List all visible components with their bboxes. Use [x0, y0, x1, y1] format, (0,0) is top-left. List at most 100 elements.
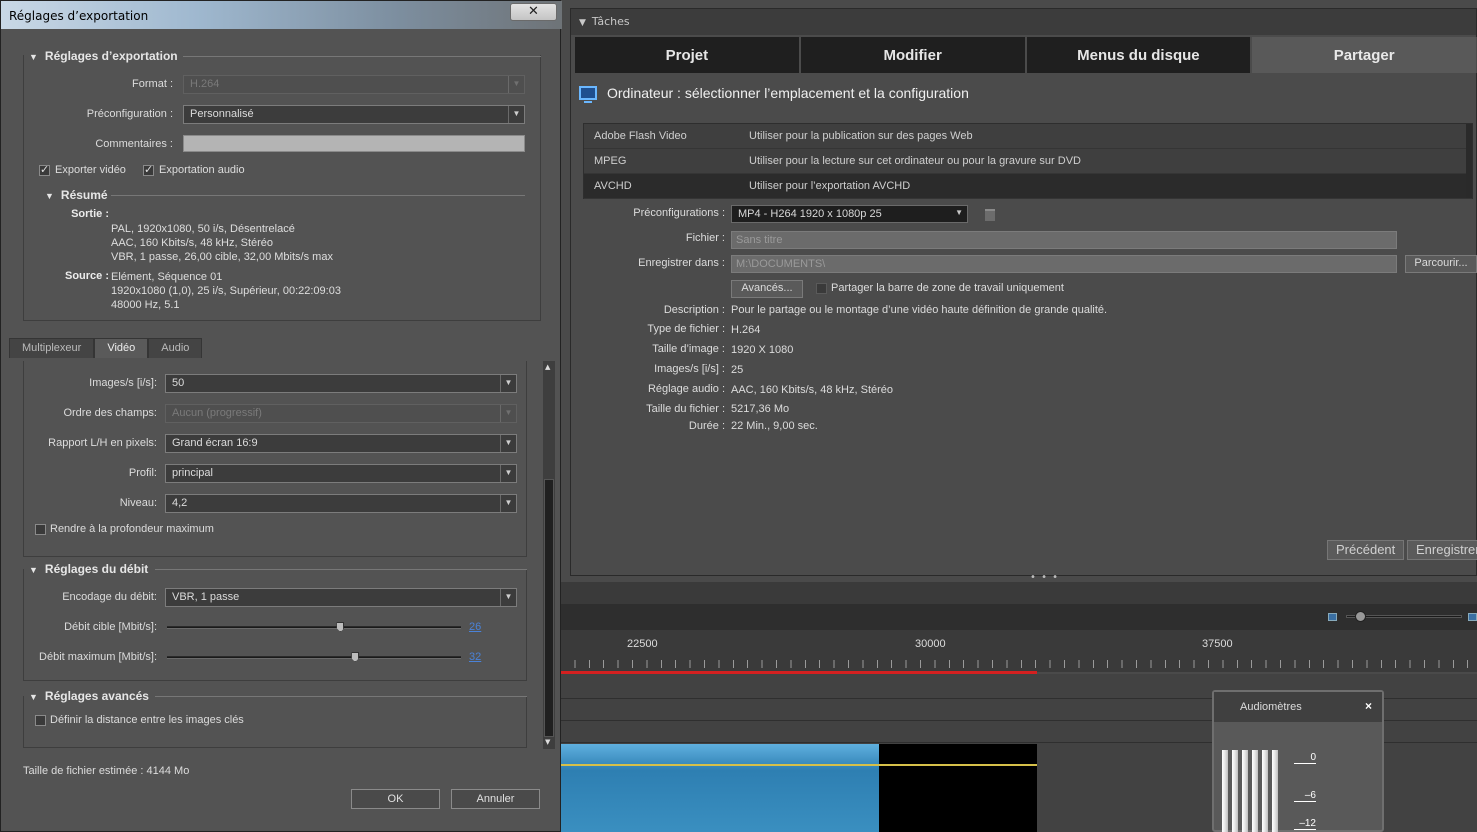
tab-video[interactable]: Vidéo: [94, 338, 149, 358]
collapse-triangle-icon[interactable]: ▼: [579, 18, 586, 28]
format-value: H.264: [190, 78, 220, 90]
collapse-triangle-icon[interactable]: ▼: [45, 191, 54, 201]
chevron-down-icon: ▼: [508, 106, 524, 123]
destination-scrollbar[interactable]: [1466, 124, 1472, 198]
profile-dropdown[interactable]: principal ▼: [165, 464, 517, 483]
fps-label: Images/s [i/s]:: [89, 377, 157, 389]
list-item[interactable]: AVCHD Utiliser pour l’exportation AVCHD: [584, 174, 1472, 199]
share-workarea-checkbox[interactable]: [816, 283, 827, 294]
group-divider: [183, 56, 541, 57]
estimated-file-size: Taille de fichier estimée : 4144 Mo: [23, 765, 190, 777]
export-settings-title: Réglages d’exportation: [44, 49, 178, 63]
comments-label: Commentaires :: [95, 138, 173, 150]
info-label: Type de fichier :: [647, 323, 725, 335]
pixel-aspect-dropdown[interactable]: Grand écran 16:9 ▼: [165, 434, 517, 453]
advanced-header[interactable]: ▼ Réglages avancés: [29, 689, 149, 703]
level-value: 4,2: [172, 497, 188, 509]
destination-name: AVCHD: [594, 180, 632, 192]
tab-audio[interactable]: Audio: [148, 338, 203, 358]
chevron-down-icon: ▼: [500, 375, 516, 392]
collapse-triangle-icon[interactable]: ▼: [29, 52, 38, 62]
presets-value: MP4 - H264 1920 x 1080p 25: [738, 208, 882, 220]
info-label: Taille du fichier :: [646, 403, 725, 415]
ruler-ticks: [560, 660, 1477, 668]
summary-header[interactable]: ▼ Résumé: [45, 188, 108, 202]
collapse-triangle-icon[interactable]: ▼: [29, 692, 38, 702]
export-audio-checkbox[interactable]: [143, 163, 154, 176]
clip-audio-line: [560, 764, 1037, 766]
scroll-up-icon[interactable]: ▲: [545, 363, 550, 371]
timeline-ruler[interactable]: 22500 30000 37500: [560, 630, 1477, 672]
settings-scrollbar[interactable]: ▲ ▼: [543, 361, 555, 749]
save-button[interactable]: Enregistrer: [1407, 540, 1477, 560]
max-bitrate-slider[interactable]: [167, 656, 461, 659]
chevron-down-icon: ▼: [500, 465, 516, 482]
destination-name: Adobe Flash Video: [594, 130, 687, 142]
destination-description: Utiliser pour la lecture sur cet ordinat…: [749, 155, 1081, 167]
info-value: Pour le partage ou le montage d’une vidé…: [731, 304, 1108, 316]
target-bitrate-slider[interactable]: [167, 626, 461, 629]
format-dropdown[interactable]: H.264 ▼: [183, 75, 525, 94]
level-dropdown[interactable]: 4,2 ▼: [165, 494, 517, 513]
scroll-down-icon[interactable]: ▼: [545, 738, 550, 746]
encoding-dropdown[interactable]: VBR, 1 passe ▼: [165, 588, 517, 607]
presets-label: Préconfigurations :: [633, 207, 725, 219]
ok-button[interactable]: OK: [351, 789, 440, 809]
info-label: Description :: [663, 304, 725, 316]
bitrate-header[interactable]: ▼ Réglages du débit: [29, 562, 148, 576]
previous-button[interactable]: Précédent: [1327, 540, 1405, 560]
list-item[interactable]: MPEG Utiliser pour la lecture sur cet or…: [584, 149, 1472, 174]
tab-multiplexer[interactable]: Multiplexeur: [9, 338, 95, 358]
preset-label: Préconfiguration :: [86, 108, 173, 120]
audio-meter-bar: [1252, 750, 1258, 832]
collapse-triangle-icon[interactable]: ▼: [29, 565, 38, 575]
export-video-checkbox[interactable]: [39, 163, 50, 176]
tab-edit[interactable]: Modifier: [800, 37, 1027, 73]
video-clip[interactable]: [560, 744, 879, 832]
profile-label: Profil:: [128, 467, 157, 479]
close-button[interactable]: ✕: [510, 3, 557, 21]
audio-meter-bar: [1232, 750, 1238, 832]
max-bitrate-value[interactable]: 32: [469, 651, 481, 663]
scrollbar-thumb[interactable]: [544, 479, 554, 737]
source-line: 1920x1080 (1,0), 25 i/s, Supérieur, 00:2…: [111, 285, 341, 297]
source-line: Elément, Séquence 01: [111, 271, 223, 283]
zoom-out-icon[interactable]: [1328, 613, 1337, 621]
zoom-in-icon[interactable]: [1468, 613, 1477, 621]
list-item[interactable]: Adobe Flash Video Utiliser pour la publi…: [584, 124, 1472, 149]
preset-value: Personnalisé: [190, 108, 254, 120]
dialog-titlebar[interactable]: Réglages d’exportation ✕: [1, 1, 562, 29]
destination-name: MPEG: [594, 155, 627, 167]
field-order-dropdown[interactable]: Aucun (progressif) ▼: [165, 404, 517, 423]
export-settings-header[interactable]: ▼ Réglages d’exportation: [29, 49, 178, 63]
fps-dropdown[interactable]: 50 ▼: [165, 374, 517, 393]
ruler-label: 30000: [915, 638, 946, 650]
target-bitrate-value[interactable]: 26: [469, 621, 481, 633]
browse-button[interactable]: Parcourir...: [1405, 255, 1477, 273]
audio-meters-header[interactable]: Audiomètres ×: [1214, 692, 1382, 722]
export-settings-dialog: Réglages d’exportation ✕ ▼ Réglages d’exp…: [0, 0, 562, 832]
file-name-input[interactable]: Sans titre: [731, 231, 1397, 249]
comments-input[interactable]: [183, 135, 525, 152]
zoom-slider-knob[interactable]: [1355, 611, 1366, 622]
keyframe-distance-checkbox[interactable]: [35, 715, 46, 726]
tab-share[interactable]: Partager: [1252, 37, 1477, 73]
advanced-button[interactable]: Avancés...: [731, 280, 803, 298]
close-icon[interactable]: ×: [1365, 699, 1372, 713]
chevron-down-icon: ▼: [500, 589, 516, 606]
field-order-label: Ordre des champs:: [63, 407, 157, 419]
tab-project[interactable]: Projet: [575, 37, 801, 73]
tasks-header-label: Tâches: [591, 15, 630, 28]
file-label: Fichier :: [685, 232, 725, 244]
preset-dropdown[interactable]: Personnalisé ▼: [183, 105, 525, 124]
tasks-panel-header[interactable]: ▼ Tâches: [571, 9, 1476, 35]
black-clip[interactable]: [879, 744, 1037, 832]
save-location-input[interactable]: M:\DOCUMENTS\: [731, 255, 1397, 273]
trash-icon[interactable]: [985, 209, 995, 221]
cancel-button[interactable]: Annuler: [451, 789, 540, 809]
max-depth-checkbox[interactable]: [35, 524, 46, 535]
computer-monitor-icon: [579, 86, 597, 103]
tab-disc-menus[interactable]: Menus du disque: [1026, 37, 1253, 73]
presets-dropdown[interactable]: MP4 - H264 1920 x 1080p 25 ▼: [731, 205, 968, 223]
info-value: 22 Min., 9,00 sec.: [731, 420, 818, 432]
